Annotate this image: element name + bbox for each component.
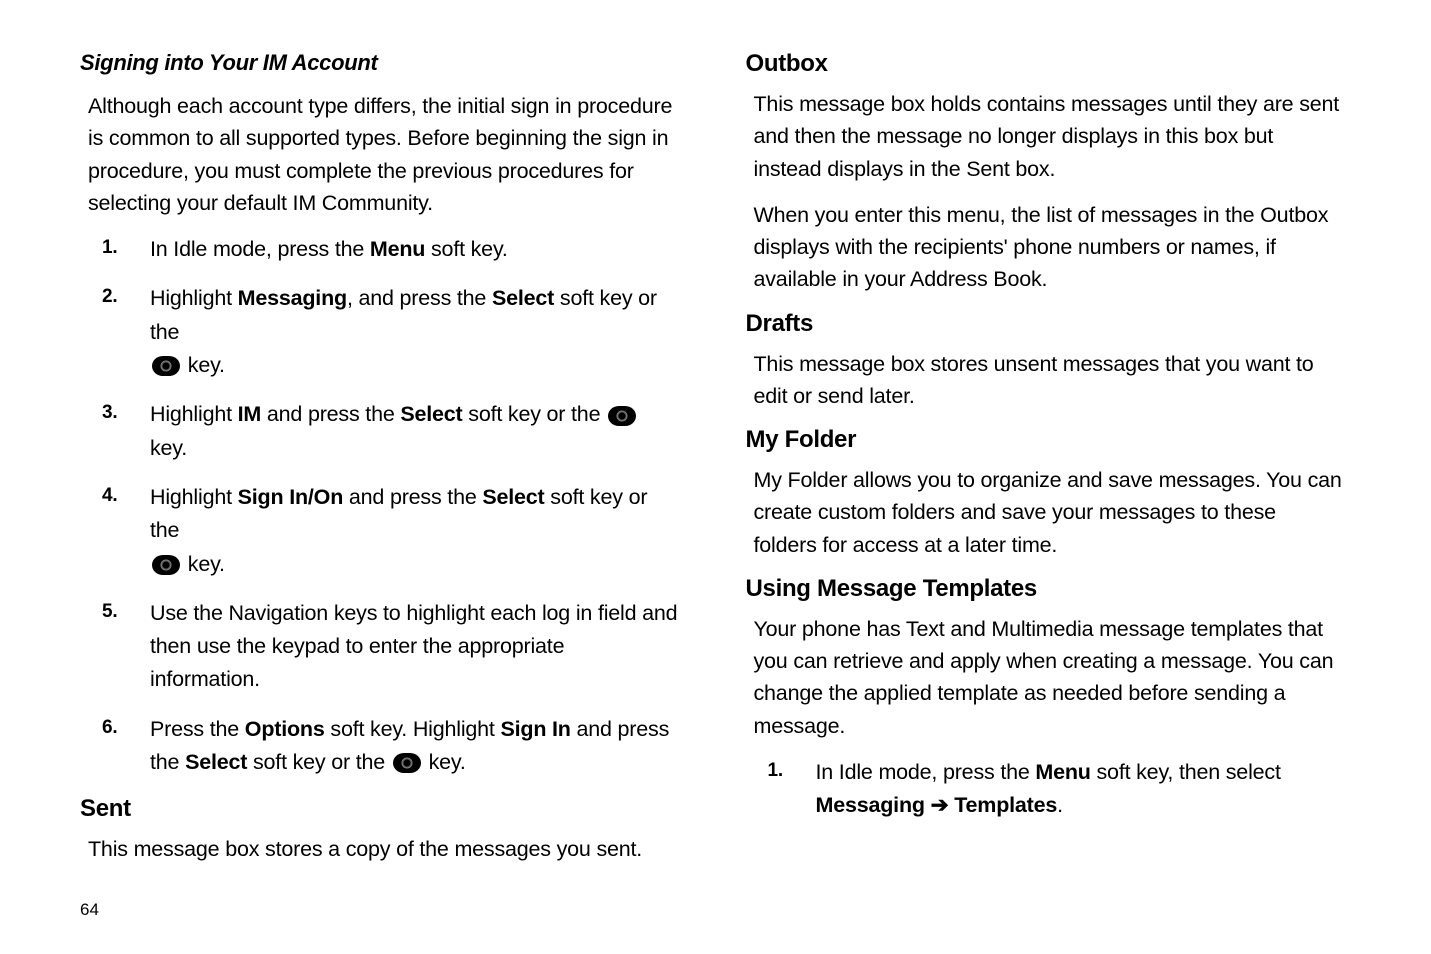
text: Press the bbox=[150, 717, 245, 741]
text: key. bbox=[423, 750, 466, 774]
text: Highlight bbox=[150, 402, 238, 426]
messaging-label: Messaging bbox=[238, 286, 347, 310]
templates-label: Templates bbox=[954, 793, 1057, 817]
page-number: 64 bbox=[80, 900, 99, 920]
step-5: Use the Navigation keys to highlight eac… bbox=[88, 597, 678, 697]
steps-list-left: In Idle mode, press the Menu soft key. H… bbox=[88, 233, 678, 779]
arrow-icon: ➔ bbox=[925, 793, 954, 817]
text: soft key, then select bbox=[1091, 760, 1281, 784]
text: In Idle mode, press the bbox=[816, 760, 1036, 784]
select-label: Select bbox=[492, 286, 554, 310]
select-label: Select bbox=[185, 750, 247, 774]
text: key. bbox=[150, 436, 187, 460]
text: , and press the bbox=[347, 286, 492, 310]
text: key. bbox=[182, 353, 225, 377]
text: soft key or the bbox=[247, 750, 391, 774]
ok-key-icon bbox=[152, 356, 180, 376]
step-1: In Idle mode, press the Menu soft key. bbox=[88, 233, 678, 266]
text: soft key or the bbox=[463, 402, 607, 426]
templates-paragraph: Your phone has Text and Multimedia messa… bbox=[754, 613, 1344, 742]
step-3: Highlight IM and press the Select soft k… bbox=[88, 398, 678, 465]
page-content: Signing into Your IM Account Although ea… bbox=[80, 50, 1351, 880]
step-6: Press the Options soft key. Highlight Si… bbox=[88, 713, 678, 780]
heading-signing-in: Signing into Your IM Account bbox=[80, 50, 686, 76]
text: Highlight bbox=[150, 485, 238, 509]
heading-drafts: Drafts bbox=[746, 310, 1352, 338]
sign-in-label: Sign In bbox=[500, 717, 570, 741]
text: . bbox=[1057, 793, 1063, 817]
sign-in-on-label: Sign In/On bbox=[238, 485, 344, 509]
drafts-paragraph: This message box stores unsent messages … bbox=[754, 348, 1344, 413]
left-column: Signing into Your IM Account Although ea… bbox=[80, 50, 686, 880]
select-label: Select bbox=[400, 402, 462, 426]
text: and press the bbox=[343, 485, 482, 509]
messaging-label: Messaging bbox=[816, 793, 925, 817]
steps-list-right: In Idle mode, press the Menu soft key, t… bbox=[754, 756, 1344, 823]
im-label: IM bbox=[238, 402, 261, 426]
options-label: Options bbox=[245, 717, 325, 741]
select-label: Select bbox=[482, 485, 544, 509]
menu-label: Menu bbox=[370, 237, 425, 261]
heading-my-folder: My Folder bbox=[746, 426, 1352, 454]
outbox-paragraph-1: This message box holds contains messages… bbox=[754, 88, 1344, 185]
step-4: Highlight Sign In/On and press the Selec… bbox=[88, 481, 678, 581]
heading-sent: Sent bbox=[80, 795, 686, 823]
text: soft key. Highlight bbox=[325, 717, 501, 741]
text: and press the bbox=[261, 402, 400, 426]
my-folder-paragraph: My Folder allows you to organize and sav… bbox=[754, 464, 1344, 561]
text: Highlight bbox=[150, 286, 238, 310]
text: soft key. bbox=[425, 237, 507, 261]
intro-paragraph: Although each account type differs, the … bbox=[88, 90, 678, 219]
sent-paragraph: This message box stores a copy of the me… bbox=[88, 833, 678, 865]
ok-key-icon bbox=[608, 406, 636, 426]
outbox-paragraph-2: When you enter this menu, the list of me… bbox=[754, 199, 1344, 296]
ok-key-icon bbox=[152, 555, 180, 575]
text: Use the Navigation keys to highlight eac… bbox=[150, 601, 677, 692]
text: In Idle mode, press the bbox=[150, 237, 370, 261]
heading-templates: Using Message Templates bbox=[746, 575, 1352, 603]
ok-key-icon bbox=[393, 753, 421, 773]
heading-outbox: Outbox bbox=[746, 50, 1352, 78]
menu-label: Menu bbox=[1035, 760, 1090, 784]
step-1: In Idle mode, press the Menu soft key, t… bbox=[754, 756, 1344, 823]
right-column: Outbox This message box holds contains m… bbox=[746, 50, 1352, 880]
step-2: Highlight Messaging, and press the Selec… bbox=[88, 282, 678, 382]
text: key. bbox=[182, 552, 225, 576]
